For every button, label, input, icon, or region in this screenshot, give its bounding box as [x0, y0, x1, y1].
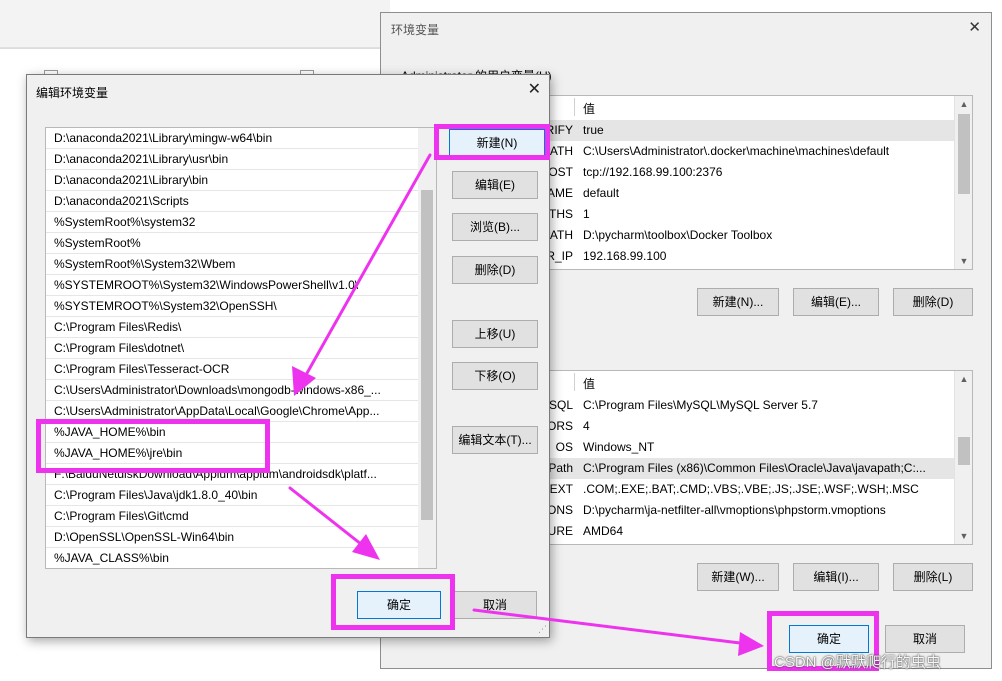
arrowhead-icon [352, 534, 380, 560]
arrowhead-icon [738, 632, 764, 656]
annotation-arrows [288, 153, 764, 656]
arrow-to-java-paths [300, 153, 432, 384]
arrow-to-dialog-ok [288, 486, 368, 550]
arrow-to-env-ok [472, 608, 750, 646]
arrowhead-icon [292, 366, 316, 396]
watermark: CSDN @默默爬行的虫虫 [774, 654, 941, 671]
